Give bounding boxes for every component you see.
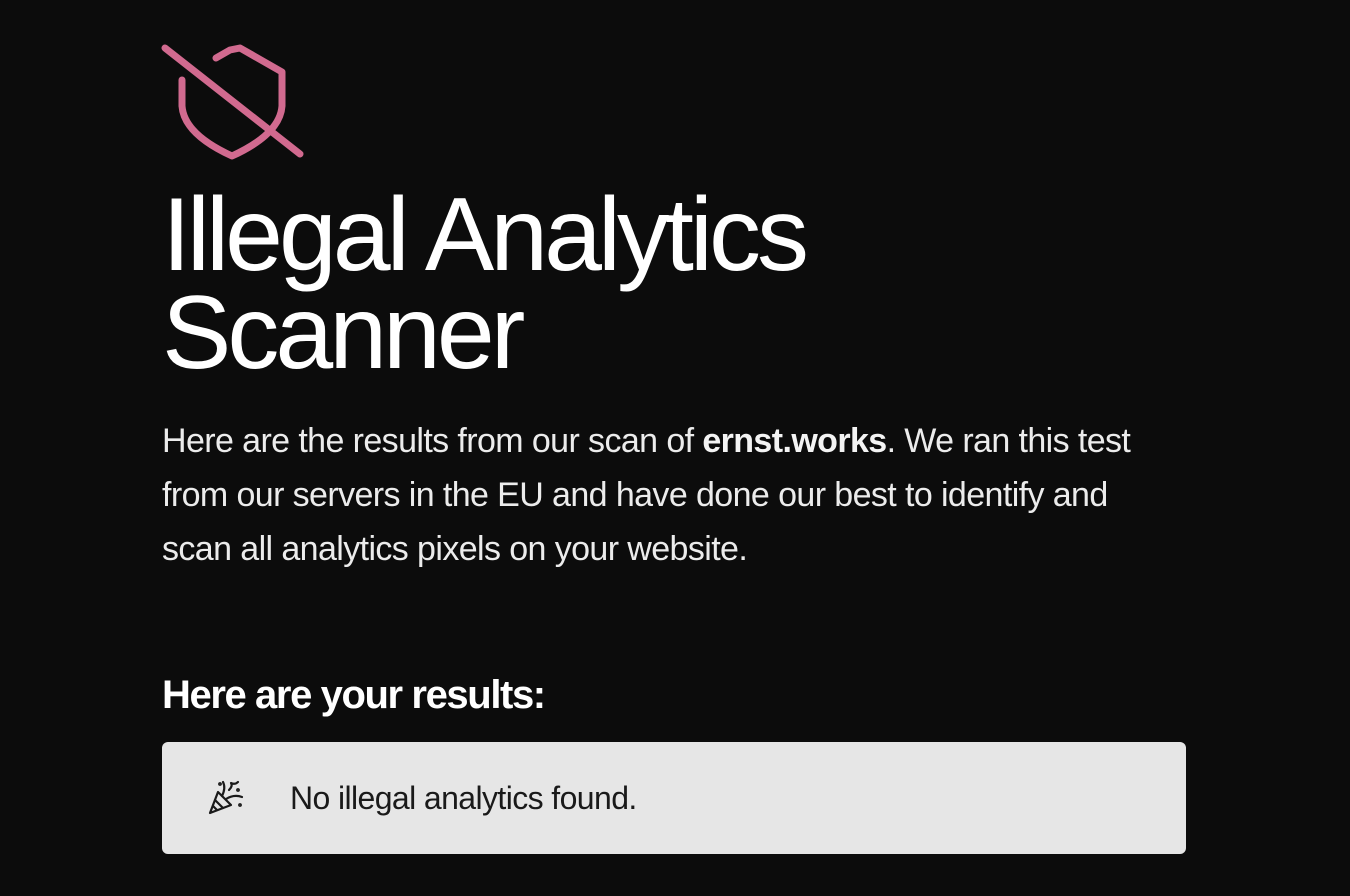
intro-paragraph: Here are the results from our scan of er… <box>162 414 1162 576</box>
party-popper-icon <box>208 780 244 815</box>
page-title: Illegal Analytics Scanner <box>162 177 1062 391</box>
results-heading: Here are your results: <box>162 673 546 717</box>
shield-off-icon <box>161 44 304 160</box>
page: Illegal Analytics Scanner Here are the r… <box>0 0 1350 896</box>
page-title-line-1: Illegal Analytics <box>162 177 809 293</box>
scanned-domain: ernst.works <box>702 422 887 460</box>
intro-text-start: Here are the results from our scan of <box>162 422 703 460</box>
page-title-line-2: Scanner <box>162 275 525 391</box>
result-message: No illegal analytics found. <box>290 780 637 816</box>
result-card: No illegal analytics found. <box>162 742 1186 854</box>
